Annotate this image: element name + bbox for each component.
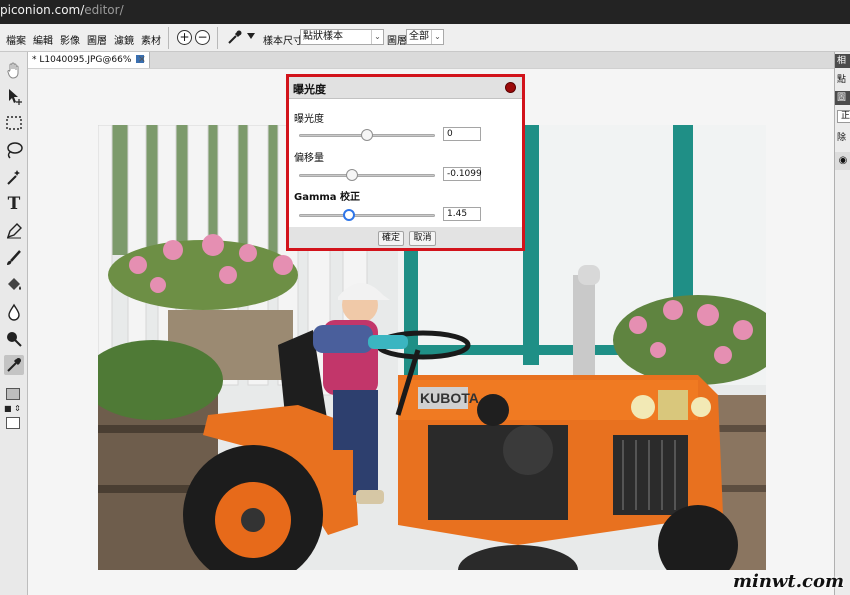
dialog-title-bar[interactable]: 曝光度	[289, 77, 522, 99]
menu-image[interactable]: 影像	[60, 32, 80, 47]
pen-icon[interactable]	[4, 221, 24, 241]
zoom-out-button[interactable]: −	[195, 30, 210, 45]
exposure-slider[interactable]	[299, 129, 435, 141]
menu-edit[interactable]: 編輯	[33, 32, 53, 47]
editor-window: piconion.com/editor/ 檔案 編輯 影像 圖層 濾鏡 素材 +…	[0, 0, 850, 595]
exposure-label: 曝光度	[294, 114, 324, 125]
blend-mode-field[interactable]: 正	[837, 110, 850, 123]
sample-size-select[interactable]: 點狀樣本 ⌄	[300, 29, 384, 45]
offset-slider[interactable]	[299, 169, 435, 181]
chevron-down-icon: ⌄	[371, 30, 383, 44]
layer-select[interactable]: 全部 ⌄	[406, 29, 444, 45]
blur-drop-icon[interactable]	[4, 302, 24, 322]
marquee-select-icon[interactable]	[4, 113, 24, 133]
chevron-down-icon: ⌄	[431, 30, 443, 44]
watermark-text: minwt.com	[732, 571, 844, 592]
dialog-title: 曝光度	[293, 83, 326, 96]
offset-label: 偏移量	[294, 153, 324, 164]
layer-value: 全部	[409, 31, 429, 42]
slider-thumb[interactable]	[346, 169, 359, 181]
browser-url-bar[interactable]: piconion.com/editor/	[0, 0, 850, 24]
eyedropper-tool-icon[interactable]	[4, 355, 24, 375]
exposure-dialog: 曝光度 曝光度 0 偏移量 -0.1099 Gamma 校正 1.45 確定 取…	[286, 74, 525, 251]
menu-filter[interactable]: 濾鏡	[114, 32, 134, 47]
layer-label: 圖層	[387, 36, 407, 47]
panel-header: 相	[835, 54, 850, 68]
move-tool-icon[interactable]	[4, 86, 24, 106]
toolbar-separator	[217, 27, 218, 49]
text-tool-icon[interactable]: T	[4, 194, 24, 214]
menu-assets[interactable]: 素材	[141, 32, 161, 47]
zoom-in-button[interactable]: +	[177, 30, 192, 45]
paint-bucket-icon[interactable]	[4, 275, 24, 295]
url-text: piconion.com/editor/	[0, 3, 124, 17]
layer-visibility-eye-icon[interactable]: ◉	[835, 152, 850, 170]
gamma-input[interactable]: 1.45	[443, 207, 481, 221]
document-tab[interactable]: * L1040095.JPG@66% ×	[28, 52, 150, 68]
document-tab-bar: * L1040095.JPG@66% ×	[28, 52, 834, 68]
magic-wand-icon[interactable]	[4, 167, 24, 187]
gamma-label: Gamma 校正	[294, 192, 361, 203]
background-color-swatch[interactable]	[6, 417, 20, 429]
slider-thumb[interactable]	[361, 129, 373, 141]
brush-icon[interactable]	[4, 248, 24, 268]
tractor-brand-plate: KUBOTA	[420, 390, 479, 406]
toolbar-separator	[168, 27, 169, 49]
slider-track	[299, 174, 435, 177]
gamma-slider[interactable]	[299, 209, 435, 221]
slider-thumb[interactable]	[343, 209, 356, 221]
tools-panel: T ■ ⇕	[0, 52, 28, 595]
slider-track	[299, 214, 435, 217]
exposure-input[interactable]: 0	[443, 127, 481, 141]
sample-size-label: 樣本尺寸	[263, 36, 303, 47]
offset-input[interactable]: -0.1099	[443, 167, 482, 181]
layers-panel-header: 圖	[835, 91, 850, 105]
hand-icon[interactable]	[4, 60, 24, 80]
chevron-down-icon[interactable]	[247, 33, 255, 39]
cancel-button[interactable]: 取消	[409, 231, 436, 246]
menu-layer[interactable]: 圖層	[87, 32, 107, 47]
eyedropper-icon[interactable]	[227, 29, 243, 45]
dodge-icon[interactable]	[4, 329, 24, 349]
close-tab-button[interactable]: ×	[138, 52, 146, 68]
dialog-close-button[interactable]	[505, 82, 516, 93]
lasso-icon[interactable]	[4, 140, 24, 160]
ok-button[interactable]: 確定	[378, 231, 404, 246]
dialog-footer: 確定 取消	[289, 227, 522, 248]
right-panel: 相 點 圖 正 除 ◉	[834, 52, 850, 595]
foreground-color-swatch[interactable]	[6, 388, 20, 400]
menu-bar: 檔案 編輯 影像 圖層 濾鏡 素材 + − 樣本尺寸 點狀樣本 ⌄ 圖層 全部 …	[0, 24, 850, 52]
panel-item: 點	[837, 75, 847, 85]
sample-size-value: 點狀樣本	[303, 31, 343, 42]
menu-file[interactable]: 檔案	[6, 32, 26, 47]
panel-item: 除	[837, 133, 847, 143]
document-tab-title: * L1040095.JPG@66%	[32, 55, 132, 65]
swap-colors-icon[interactable]: ■ ⇕	[4, 404, 26, 414]
